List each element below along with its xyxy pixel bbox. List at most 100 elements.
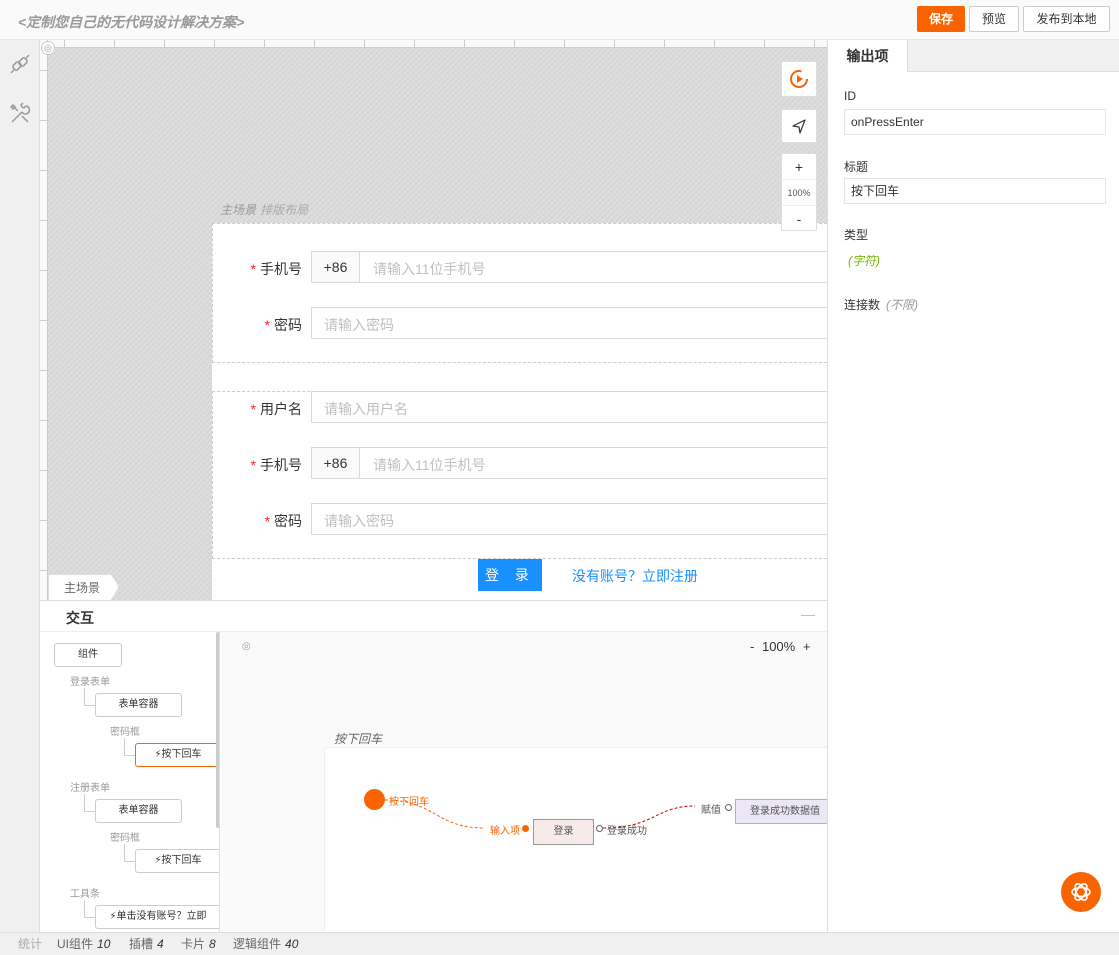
login-button[interactable]: 登 录 [478, 559, 542, 591]
register-username-label: * 用户名 [251, 399, 302, 419]
tools-icon[interactable] [8, 102, 32, 126]
tree-login-enter-node[interactable]: ⚡按下回车 [135, 743, 219, 767]
connections-label: 连接数 [844, 298, 881, 312]
title-field[interactable]: 按下回车 [844, 178, 1106, 204]
scene-layout-label: 排版布局 [260, 203, 309, 217]
tree-login-container-node[interactable]: 表单容器 [95, 693, 182, 717]
zoom-in-button[interactable]: + [782, 154, 816, 180]
register-password-label-text: 密码 [274, 513, 302, 529]
register-password-label: * 密码 [265, 511, 302, 531]
slots-stat: 插槽 4 [129, 933, 164, 955]
flow-zoom-out-button[interactable]: - [750, 639, 754, 654]
zoom-control: + 100% - [781, 153, 817, 231]
flow-zoom-in-button[interactable]: + [803, 639, 811, 654]
flow-login-node[interactable]: 登录 [533, 819, 594, 845]
flow-title: 按下回车 [334, 732, 383, 746]
tree-register-container-node[interactable]: 表单容器 [95, 799, 182, 823]
flow-output-port[interactable] [596, 825, 603, 832]
login-password-label-text: 密码 [274, 317, 302, 333]
debug-play-icon [790, 70, 808, 88]
connections-row: 连接数 (不限) [844, 296, 918, 313]
register-password-placeholder: 请输入密码 [324, 513, 394, 529]
login-password-input[interactable]: 请输入密码 [311, 307, 827, 339]
tree-connector [84, 900, 85, 917]
register-password-row: * 密码 请输入密码 [213, 503, 827, 535]
register-form[interactable]: * 用户名 请输入用户名 * 手机号 +86 请输入11位手机号 * 密码 请输入密码 [212, 391, 827, 559]
ui-components-stat: UI组件 10 [57, 933, 110, 955]
interaction-panel: 交互 — 组件 登录表单 表单容器 密码框 ⚡按下回车 注册表单 表单容器 密码… [40, 600, 827, 933]
tree-root-node[interactable]: 组件 [54, 643, 122, 667]
scene-label: 主场景 排版布局 [220, 201, 308, 218]
interaction-header: 交互 — [40, 601, 827, 632]
scene-page[interactable]: * 手机号 +86 请输入11位手机号 * 密码 请输入密码 * 用户名 请输入用户名 [212, 223, 827, 600]
register-username-input[interactable]: 请输入用户名 [311, 391, 827, 423]
flow-data-node[interactable]: 登录成功数据值 [735, 799, 827, 824]
flow-zoom-control: - 100% + [750, 639, 810, 654]
tree-toolbar-label: 工具条 [70, 889, 100, 900]
ruler-horizontal [40, 40, 827, 48]
cards-count: 8 [209, 937, 216, 951]
properties-tabbar: 输出项 [828, 40, 1119, 72]
ruler-origin-icon[interactable]: ◎ [41, 41, 55, 55]
preview-button[interactable]: 预览 [969, 6, 1019, 32]
login-phone-placeholder: 请输入11位手机号 [373, 261, 486, 277]
flow-start-node[interactable] [364, 789, 385, 810]
login-phone-input[interactable]: +86 请输入11位手机号 [311, 251, 827, 283]
assistant-button[interactable] [1061, 872, 1101, 912]
tree-register-form-label: 注册表单 [70, 783, 110, 794]
locate-button[interactable] [781, 109, 817, 143]
ruler-vertical [40, 40, 48, 600]
scene-tab[interactable]: 主场景 [48, 574, 120, 600]
publish-button[interactable]: 发布到本地 [1023, 6, 1110, 32]
cards-label: 卡片 [181, 937, 206, 951]
save-button[interactable]: 保存 [917, 6, 965, 32]
login-form[interactable]: * 手机号 +86 请输入11位手机号 * 密码 请输入密码 [212, 223, 827, 363]
logic-components-label: 逻辑组件 [233, 937, 282, 951]
tree-login-password-label: 密码框 [110, 727, 140, 738]
id-label: ID [844, 89, 856, 103]
login-phone-label: * 手机号 [251, 259, 302, 279]
register-password-input[interactable]: 请输入密码 [311, 503, 827, 535]
register-link[interactable]: 没有账号？立即注册 [572, 566, 698, 586]
register-phone-input[interactable]: +86 请输入11位手机号 [311, 447, 827, 479]
tree-connector [84, 811, 95, 812]
login-password-placeholder: 请输入密码 [324, 317, 394, 333]
zoom-out-button[interactable]: - [782, 206, 816, 232]
tree-toolbar-click-node[interactable]: ⚡单击没有账号？立即 [95, 905, 219, 929]
flow-input-label: 输入项 [490, 826, 520, 837]
design-canvas[interactable]: ◎ 主场景 排版布局 * 手机号 +86 请输入11位手机号 * 密码 请输入密码 [40, 40, 827, 600]
tree-register-password-label: 密码框 [110, 833, 140, 844]
required-mark: * [250, 457, 256, 473]
connections-value: (不限) [886, 298, 919, 312]
slots-count: 4 [157, 937, 164, 951]
tree-scrollbar[interactable] [216, 632, 219, 828]
debug-button[interactable] [781, 61, 817, 97]
plug-icon[interactable] [8, 52, 32, 76]
type-value: (字符) [848, 254, 880, 268]
locate-arrow-icon [792, 119, 806, 134]
ui-components-count: 10 [97, 937, 111, 951]
register-phone-placeholder: 请输入11位手机号 [373, 457, 486, 473]
login-phone-label-text: 手机号 [260, 261, 302, 277]
register-username-placeholder: 请输入用户名 [324, 401, 408, 417]
id-field[interactable]: onPressEnter [844, 109, 1106, 135]
tab-output[interactable]: 输出项 [828, 40, 908, 72]
phone-prefix: +86 [312, 448, 360, 478]
flow-card: 按下回车 输入项 登录 登录成功 赋值 登录成功数据值 [324, 747, 827, 933]
flow-assign-port[interactable] [725, 804, 732, 811]
collapse-button[interactable]: — [801, 606, 815, 622]
required-mark: * [250, 401, 256, 417]
login-password-row: * 密码 请输入密码 [213, 307, 827, 339]
title-label: 标题 [844, 160, 869, 174]
tree-connector [124, 861, 135, 862]
tree-register-enter-node[interactable]: ⚡按下回车 [135, 849, 219, 873]
logic-flow-canvas[interactable]: ◎ - 100% + 按下回车 按下回车 输入项 登录 登录成功 赋值 登录成功… [221, 632, 827, 933]
tree-connector [84, 705, 95, 706]
interaction-title: 交互 [66, 610, 94, 626]
login-phone-row: * 手机号 +86 请输入11位手机号 [213, 251, 827, 283]
register-phone-row: * 手机号 +86 请输入11位手机号 [213, 447, 827, 479]
flow-input-port[interactable] [522, 825, 529, 832]
flow-origin-icon[interactable]: ◎ [242, 641, 251, 652]
flow-assign-label: 赋值 [701, 805, 721, 816]
phone-prefix: +86 [312, 252, 360, 282]
